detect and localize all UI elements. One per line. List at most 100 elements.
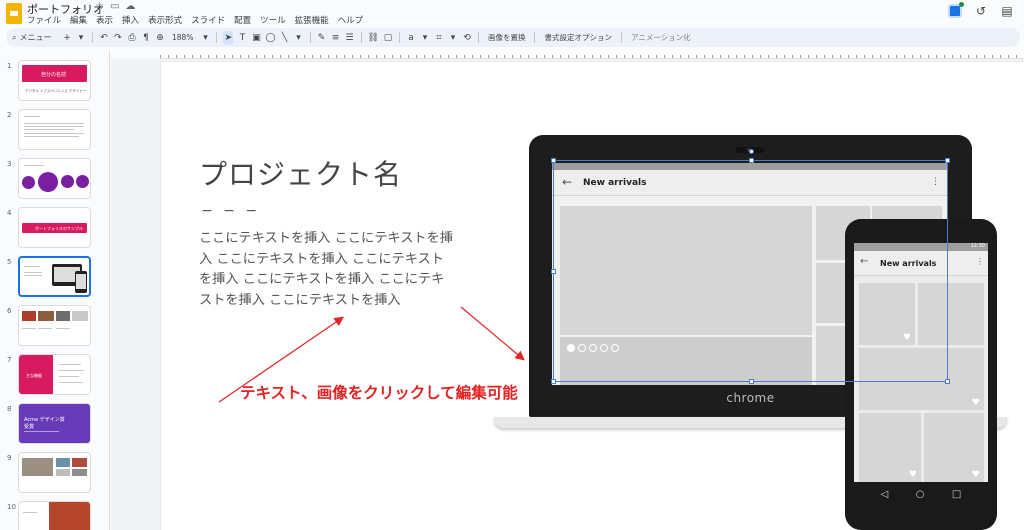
thumb-title: 自分の名前 [41, 72, 67, 78]
alt-text-icon[interactable]: a [406, 31, 416, 45]
move-folder-icon[interactable]: ▭ [110, 1, 119, 12]
thumb-title: ポートフォリオのサンプル [35, 226, 83, 231]
slide-thumbnail-row[interactable]: 2 [0, 109, 109, 153]
animate-button[interactable]: アニメーション化 [628, 32, 694, 43]
thumb-title: Acme デザイン賞 [24, 417, 65, 423]
zoom-icon[interactable]: ⊕ [155, 31, 165, 45]
title-bar: ポートフォリオ ☆ ▭ ☁ ファイル 編集 表示 挿入 表示形式 スライド 配置… [0, 0, 1024, 28]
slide-filmstrip: 1 自分の名前 デジタル エクスペリエンス デザイナー 2 3 4 ポートフォリ… [0, 50, 110, 530]
divider [216, 32, 218, 43]
annotation-arrows [218, 306, 525, 403]
divider [360, 32, 362, 43]
slide-thumbnail-row[interactable]: 8 Acme デザイン賞 受賞 [0, 403, 109, 447]
divider [620, 32, 622, 43]
chevron-down-icon[interactable]: ▾ [200, 31, 210, 45]
menu-bar: ファイル 編集 表示 挿入 表示形式 スライド 配置 ツール 拡張機能 ヘルプ [27, 14, 363, 26]
menu-edit[interactable]: 編集 [70, 14, 87, 26]
slide-thumbnail[interactable] [18, 158, 91, 199]
chevron-down-icon[interactable]: ▾ [420, 31, 430, 45]
slide-thumbnail-row[interactable]: 5 [0, 256, 109, 300]
undo-icon[interactable]: ↶ [99, 31, 109, 45]
line-icon[interactable]: ╲ [280, 31, 290, 45]
slide-thumbnail[interactable]: 自分の名前 デジタル エクスペリエンス デザイナー [18, 60, 91, 101]
crop-icon[interactable]: ⌗ [434, 31, 444, 45]
format-options-button[interactable]: 書式設定オプション [541, 32, 615, 43]
divider [477, 32, 479, 43]
slide-thumbnail-row[interactable]: 7 主な機能 [0, 354, 109, 398]
thumb-title: 主な機能 [26, 373, 42, 378]
replace-image-button[interactable]: 画像を置換 [485, 32, 529, 43]
search-icon: ⌕ [12, 32, 17, 42]
star-icon[interactable]: ☆ [95, 1, 104, 12]
slide-thumbnail-selected[interactable] [18, 256, 91, 297]
divider [534, 32, 536, 43]
divider [309, 32, 311, 43]
toolbar: ⌕ メニュー + ▾ ↶ ↷ ⎙ ¶ ⊕ 188% ▾ ➤ T ▣ ◯ ╲ ▾ … [6, 28, 1020, 47]
border-color-icon[interactable]: ✎ [317, 31, 327, 45]
chevron-down-icon[interactable]: ▾ [448, 31, 458, 45]
cloud-status-icon[interactable]: ☁ [125, 1, 135, 12]
zoom-select[interactable]: 188% [169, 33, 196, 42]
comment-icon[interactable]: ▢ [383, 31, 393, 45]
image-icon[interactable]: ▣ [251, 31, 261, 45]
slide-thumbnail-row[interactable]: 3 [0, 158, 109, 202]
border-dash-icon[interactable]: ☰ [345, 31, 355, 45]
slide-number: 1 [7, 62, 12, 70]
select-tool-icon[interactable]: ➤ [223, 30, 234, 45]
menu-view[interactable]: 表示 [96, 14, 113, 26]
menu-slide[interactable]: スライド [191, 14, 225, 26]
slide-thumbnail-row[interactable]: 6 [0, 305, 109, 349]
menu-tools[interactable]: ツール [260, 14, 286, 26]
slide-canvas[interactable]: プロジェクト名 − − − ここにテキストを挿入 ここにテキストを挿入 ここにテ… [161, 62, 1024, 530]
slide-thumbnail[interactable] [18, 501, 91, 530]
slide-number: 10 [7, 503, 16, 511]
menu-help[interactable]: ヘルプ [338, 14, 364, 26]
slide-thumbnail[interactable] [18, 452, 91, 493]
slide-number: 7 [7, 356, 12, 364]
thumb-subtitle: デジタル エクスペリエンス デザイナー [25, 89, 87, 93]
menu-extensions[interactable]: 拡張機能 [295, 14, 329, 26]
slide-number: 5 [7, 258, 12, 266]
slide-thumbnail[interactable]: ポートフォリオのサンプル [18, 207, 91, 248]
slide-thumbnail[interactable] [18, 109, 91, 150]
menu-format[interactable]: 表示形式 [148, 14, 182, 26]
menu-insert[interactable]: 挿入 [122, 14, 139, 26]
thumb-subtitle: 受賞 [24, 424, 35, 430]
print-icon[interactable]: ⎙ [127, 31, 137, 45]
menu-file[interactable]: ファイル [27, 14, 61, 26]
slide-thumbnail[interactable] [18, 305, 91, 346]
slide-thumbnail[interactable]: Acme デザイン賞 受賞 [18, 403, 91, 444]
redo-icon[interactable]: ↷ [113, 31, 123, 45]
slide-number: 4 [7, 209, 12, 217]
slide-thumbnail-row[interactable]: 9 [0, 452, 109, 496]
slide-number: 6 [7, 307, 12, 315]
menu-search[interactable]: ⌕ メニュー [12, 32, 58, 43]
slide-number: 8 [7, 405, 12, 413]
chevron-down-icon[interactable]: ▾ [76, 31, 86, 45]
new-slide-button[interactable]: + [62, 31, 72, 45]
slide-thumbnail-row[interactable]: 1 自分の名前 デジタル エクスペリエンス デザイナー [0, 60, 109, 104]
extension-icon[interactable] [948, 2, 964, 18]
border-weight-icon[interactable]: ≡ [331, 31, 341, 45]
divider [398, 32, 400, 43]
menu-arrange[interactable]: 配置 [234, 14, 251, 26]
shape-icon[interactable]: ◯ [265, 31, 275, 45]
comments-icon[interactable]: ▤ [1000, 4, 1014, 18]
horizontal-ruler[interactable] [160, 50, 1024, 59]
text-box-icon[interactable]: T [237, 31, 247, 45]
slides-logo-icon[interactable] [6, 3, 22, 24]
slide-number: 3 [7, 160, 12, 168]
link-icon[interactable]: ⛓ [368, 31, 379, 45]
history-icon[interactable]: ↺ [974, 4, 988, 18]
slide-number: 2 [7, 111, 12, 119]
slide-thumbnail[interactable]: 主な機能 [18, 354, 91, 395]
arrow-to-image [460, 306, 525, 361]
divider [92, 32, 93, 43]
slide-thumbnail-row[interactable]: 4 ポートフォリオのサンプル [0, 207, 109, 251]
slide-thumbnail-row[interactable]: 10 [0, 501, 109, 530]
chevron-down-icon[interactable]: ▾ [294, 31, 304, 45]
menu-search-label: メニュー [19, 33, 52, 42]
slide-number: 9 [7, 454, 12, 462]
paint-format-icon[interactable]: ¶ [141, 31, 151, 45]
reset-image-icon[interactable]: ⟲ [462, 31, 472, 45]
